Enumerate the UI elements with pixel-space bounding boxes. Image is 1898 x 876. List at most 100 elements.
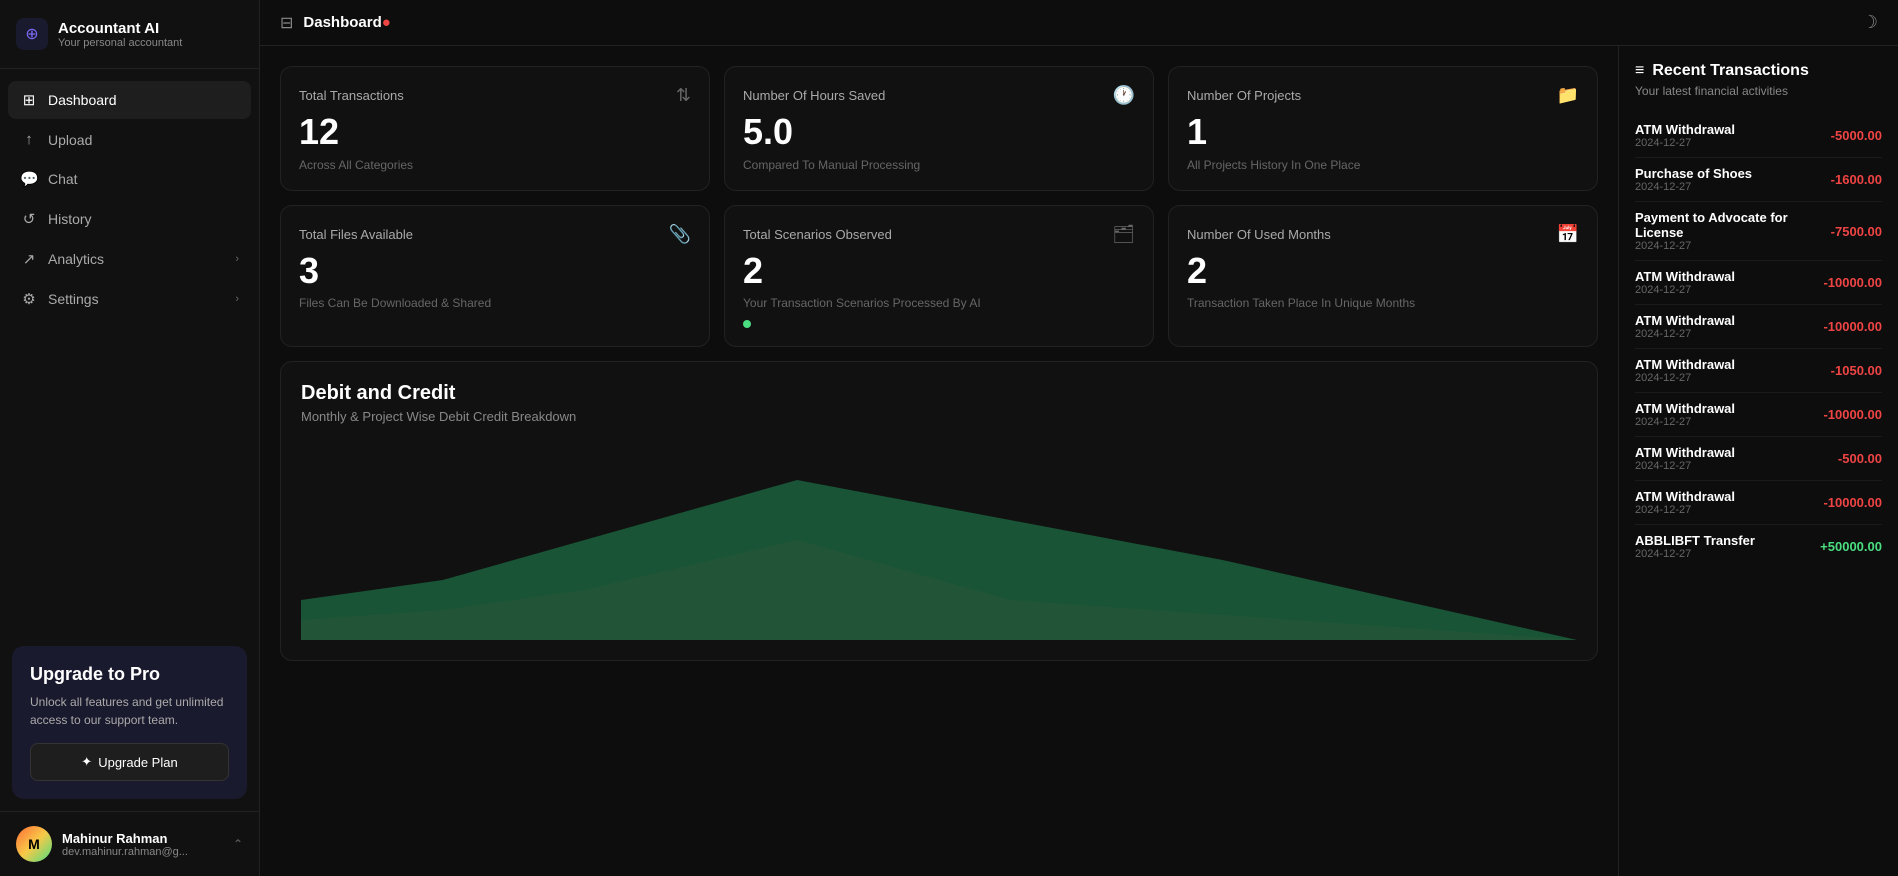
sidebar-user[interactable]: M Mahinur Rahman dev.mahinur.rahman@g...… xyxy=(0,811,259,876)
dashboard-main: Total Transactions ⇅ 12 Across All Categ… xyxy=(260,46,1618,876)
sidebar-item-chat[interactable]: 💬 Chat xyxy=(8,160,251,198)
panel-title-icon: ≡ xyxy=(1635,62,1644,80)
sidebar-item-dashboard[interactable]: ⊞ Dashboard xyxy=(8,81,251,119)
stat-card-desc-hours-saved: Compared To Manual Processing xyxy=(743,158,1135,172)
transaction-item: ATM Withdrawal 2024-12-27 -10000.00 xyxy=(1635,305,1882,349)
transaction-amount: -1050.00 xyxy=(1831,363,1882,378)
stat-card-total-scenarios: Total Scenarios Observed 🗂 2 Your Transa… xyxy=(724,205,1154,348)
stat-card-header-num-projects: Number Of Projects 📁 xyxy=(1187,85,1579,106)
nav-label-upload: Upload xyxy=(48,132,92,148)
stat-card-icon-total-scenarios: 🗂 xyxy=(1112,224,1135,245)
transaction-date: 2024-12-27 xyxy=(1635,181,1752,193)
stat-card-desc-used-months: Transaction Taken Place In Unique Months xyxy=(1187,296,1579,310)
transaction-name: ATM Withdrawal xyxy=(1635,489,1735,504)
stat-card-icon-num-projects: 📁 xyxy=(1557,85,1579,106)
sidebar-item-analytics[interactable]: ↗ Analytics › xyxy=(8,240,251,278)
user-avatar: M xyxy=(16,826,52,862)
transaction-date: 2024-12-27 xyxy=(1635,372,1735,384)
stat-card-total-files: Total Files Available 📎 3 Files Can Be D… xyxy=(280,205,710,348)
transaction-date: 2024-12-27 xyxy=(1635,240,1831,252)
transaction-amount: +50000.00 xyxy=(1820,539,1882,554)
chart-area xyxy=(301,440,1577,640)
user-email: dev.mahinur.rahman@g... xyxy=(62,846,188,858)
nav-icon-history: ↺ xyxy=(20,210,38,228)
panel-subtitle: Your latest financial activities xyxy=(1635,84,1882,98)
stat-card-desc-total-transactions: Across All Categories xyxy=(299,158,691,172)
stat-card-header-total-files: Total Files Available 📎 xyxy=(299,224,691,245)
panel-title: ≡ Recent Transactions xyxy=(1635,62,1882,80)
topbar-title: Dashboard● xyxy=(303,14,390,31)
transaction-name: ATM Withdrawal xyxy=(1635,445,1735,460)
app-logo-icon: ⊕ xyxy=(16,18,48,50)
transaction-item: ATM Withdrawal 2024-12-27 -500.00 xyxy=(1635,437,1882,481)
transaction-item: Payment to Advocate for License 2024-12-… xyxy=(1635,202,1882,261)
transaction-left: ATM Withdrawal 2024-12-27 xyxy=(1635,313,1735,340)
stat-card-title-total-transactions: Total Transactions xyxy=(299,88,404,103)
topbar-layout-icon: ⊟ xyxy=(280,13,293,33)
nav-icon-upload: ↑ xyxy=(20,131,38,148)
topbar-dot: ● xyxy=(382,14,391,31)
transaction-name: Payment to Advocate for License xyxy=(1635,210,1831,240)
transaction-item: ATM Withdrawal 2024-12-27 -1050.00 xyxy=(1635,349,1882,393)
sidebar: ⊕ Accountant AI Your personal accountant… xyxy=(0,0,260,876)
topbar-right: ☽ xyxy=(1862,12,1878,33)
transaction-amount: -7500.00 xyxy=(1831,224,1882,239)
transaction-amount: -1600.00 xyxy=(1831,172,1882,187)
transaction-amount: -10000.00 xyxy=(1823,319,1882,334)
upgrade-desc: Unlock all features and get unlimited ac… xyxy=(30,693,229,729)
nav-icon-settings: ⚙ xyxy=(20,290,38,308)
stat-card-title-total-scenarios: Total Scenarios Observed xyxy=(743,227,892,242)
nav-icon-analytics: ↗ xyxy=(20,250,38,268)
transaction-date: 2024-12-27 xyxy=(1635,137,1735,149)
dark-mode-icon[interactable]: ☽ xyxy=(1862,12,1878,32)
sidebar-item-upload[interactable]: ↑ Upload xyxy=(8,121,251,158)
nav-label-dashboard: Dashboard xyxy=(48,92,117,108)
sidebar-item-history[interactable]: ↺ History xyxy=(8,200,251,238)
transaction-amount: -5000.00 xyxy=(1831,128,1882,143)
upgrade-button[interactable]: ✦ Upgrade Plan xyxy=(30,743,229,781)
transaction-left: ATM Withdrawal 2024-12-27 xyxy=(1635,357,1735,384)
chart-svg xyxy=(301,440,1577,640)
stat-card-icon-total-files: 📎 xyxy=(669,224,691,245)
transaction-item: ABBLIBFT Transfer 2024-12-27 +50000.00 xyxy=(1635,525,1882,568)
upgrade-title: Upgrade to Pro xyxy=(30,664,229,685)
stat-card-icon-total-transactions: ⇅ xyxy=(676,85,691,106)
transaction-item: ATM Withdrawal 2024-12-27 -10000.00 xyxy=(1635,481,1882,525)
stat-card-value-total-transactions: 12 xyxy=(299,112,691,152)
stat-card-header-hours-saved: Number Of Hours Saved 🕐 xyxy=(743,85,1135,106)
nav-label-settings: Settings xyxy=(48,291,99,307)
stat-card-desc-total-scenarios: Your Transaction Scenarios Processed By … xyxy=(743,296,1135,310)
transaction-amount: -10000.00 xyxy=(1823,407,1882,422)
stat-card-value-total-scenarios: 2 xyxy=(743,251,1135,291)
transaction-date: 2024-12-27 xyxy=(1635,548,1755,560)
transaction-item: Purchase of Shoes 2024-12-27 -1600.00 xyxy=(1635,158,1882,202)
nav-icon-dashboard: ⊞ xyxy=(20,91,38,109)
transaction-item: ATM Withdrawal 2024-12-27 -10000.00 xyxy=(1635,393,1882,437)
stat-card-indicator-total-scenarios xyxy=(743,320,751,328)
stat-card-value-used-months: 2 xyxy=(1187,251,1579,291)
stat-card-total-transactions: Total Transactions ⇅ 12 Across All Categ… xyxy=(280,66,710,191)
transaction-left: Purchase of Shoes 2024-12-27 xyxy=(1635,166,1752,193)
transactions-list: ATM Withdrawal 2024-12-27 -5000.00 Purch… xyxy=(1635,114,1882,568)
transaction-date: 2024-12-27 xyxy=(1635,504,1735,516)
transaction-name: ATM Withdrawal xyxy=(1635,122,1735,137)
main-content: ⊟ Dashboard● ☽ Total Transactions ⇅ 12 A… xyxy=(260,0,1898,876)
sidebar-item-settings[interactable]: ⚙ Settings › xyxy=(8,280,251,318)
app-name: Accountant AI xyxy=(58,20,182,37)
dashboard-body: Total Transactions ⇅ 12 Across All Categ… xyxy=(260,46,1898,876)
chart-section: Debit and Credit Monthly & Project Wise … xyxy=(280,361,1598,661)
stat-card-desc-num-projects: All Projects History In One Place xyxy=(1187,158,1579,172)
transaction-left: ATM Withdrawal 2024-12-27 xyxy=(1635,269,1735,296)
stat-card-header-total-scenarios: Total Scenarios Observed 🗂 xyxy=(743,224,1135,245)
transaction-amount: -10000.00 xyxy=(1823,275,1882,290)
stat-card-num-projects: Number Of Projects 📁 1 All Projects Hist… xyxy=(1168,66,1598,191)
user-chevron-icon: ⌃ xyxy=(233,837,243,851)
stat-card-hours-saved: Number Of Hours Saved 🕐 5.0 Compared To … xyxy=(724,66,1154,191)
stat-card-icon-hours-saved: 🕐 xyxy=(1113,85,1135,106)
panel-title-text: Recent Transactions xyxy=(1652,62,1809,80)
nav-label-history: History xyxy=(48,211,92,227)
nav-chevron-settings: › xyxy=(235,293,239,305)
stat-card-title-hours-saved: Number Of Hours Saved xyxy=(743,88,885,103)
stat-card-used-months: Number Of Used Months 📅 2 Transaction Ta… xyxy=(1168,205,1598,348)
transaction-item: ATM Withdrawal 2024-12-27 -5000.00 xyxy=(1635,114,1882,158)
